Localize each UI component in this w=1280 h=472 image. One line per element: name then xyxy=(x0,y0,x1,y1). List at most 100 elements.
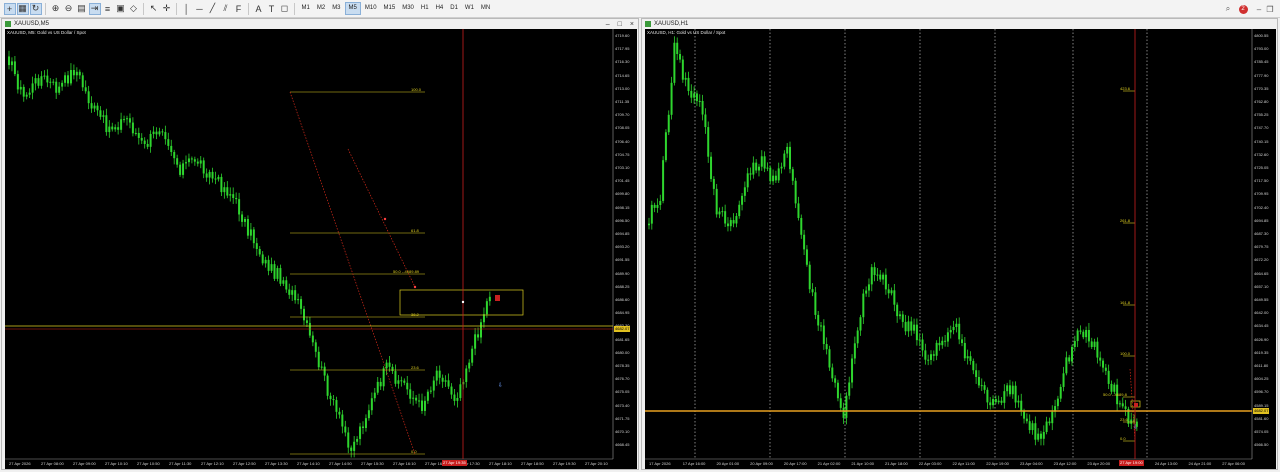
timeframe-h4[interactable]: H4 xyxy=(433,3,447,14)
chart-window-xauusd-h1[interactable]: XAUUSD,H1 ⇩ XAUUSD, H1: Gold vs US Dolla… xyxy=(641,18,1278,470)
candle-body xyxy=(450,386,453,395)
price-tick-label: 4702.40 xyxy=(1254,204,1269,210)
candle-body xyxy=(140,137,143,141)
auto-scroll-icon[interactable]: ↻ xyxy=(29,2,42,15)
candle-body xyxy=(941,340,944,346)
candle-body xyxy=(131,122,134,134)
candle-body xyxy=(994,398,997,403)
timeframe-m1[interactable]: M1 xyxy=(299,3,313,14)
restore-icon[interactable]: ❐ xyxy=(1264,3,1276,15)
candle-body xyxy=(975,370,978,377)
candle-body xyxy=(67,75,69,84)
candle-body xyxy=(851,358,854,383)
candle-body xyxy=(980,385,983,387)
window-controls: – □ × xyxy=(606,19,634,29)
timeframe-mn[interactable]: MN xyxy=(478,3,493,14)
fibonacci-level-label: 23.6 xyxy=(411,365,419,370)
candle-body xyxy=(904,321,907,332)
timeframe-m30[interactable]: M30 xyxy=(399,3,417,14)
timeframe-m2[interactable]: M2 xyxy=(314,3,328,14)
candle-body xyxy=(1107,370,1110,384)
objects-icon[interactable]: ◇ xyxy=(128,3,140,15)
time-tick-label: 24 Apr 13:00 xyxy=(1154,461,1178,466)
candle-body xyxy=(196,161,199,164)
candle-body xyxy=(797,203,800,218)
candlestick-plot[interactable]: ⇩ xyxy=(645,29,1276,469)
crosshair-tool-icon[interactable]: ✛ xyxy=(161,3,173,15)
price-tick-label: 4670.10 xyxy=(615,429,630,434)
shapes-icon[interactable]: ◻ xyxy=(279,3,291,15)
candle-body xyxy=(429,390,432,392)
candle-body xyxy=(772,175,775,182)
zoom-in-icon[interactable]: ⊕ xyxy=(50,3,62,15)
timeframe-w1[interactable]: W1 xyxy=(462,3,477,14)
candle-body xyxy=(96,105,99,111)
candle-body xyxy=(229,194,232,196)
candle-body xyxy=(49,81,52,83)
candle-body xyxy=(803,234,806,250)
window-titlebar[interactable]: XAUUSD,M5 xyxy=(2,19,638,29)
fibonacci-icon[interactable]: F xyxy=(233,3,245,15)
maximize-icon[interactable]: □ xyxy=(618,21,622,28)
price-axis[interactable]: 4719.60 4717.95 4716.30 4714.65 4713.00 4711.… xyxy=(613,29,637,459)
candle-body xyxy=(769,167,772,182)
candle-body xyxy=(244,219,246,222)
candle-body xyxy=(887,289,890,294)
price-chart[interactable]: ⇩ XAUUSD, H1: Gold vs US Dollar / Spot 4… xyxy=(645,29,1276,469)
minimize-icon[interactable]: – xyxy=(606,21,610,28)
time-axis[interactable]: 27 Apr 2026 27 Apr 08:00 27 Apr 09:00 27 Ap… xyxy=(5,459,613,468)
crosshair-icon[interactable]: + xyxy=(3,2,16,15)
candle-body xyxy=(264,259,267,264)
candle-body xyxy=(786,146,789,154)
price-tick-label: 4671.75 xyxy=(615,415,630,421)
fibonacci-level-label: 0.0 xyxy=(1120,436,1126,441)
timeframe-d1[interactable]: D1 xyxy=(447,3,461,14)
timeframe-h1[interactable]: H1 xyxy=(418,3,432,14)
candle-body xyxy=(105,115,108,133)
candle-body xyxy=(75,71,78,76)
candle-body xyxy=(935,342,938,356)
timeframe-m15[interactable]: M15 xyxy=(381,3,399,14)
window-titlebar[interactable]: XAUUSD,H1 xyxy=(642,19,1277,29)
close-icon[interactable]: × xyxy=(630,21,634,28)
candle-body xyxy=(335,400,338,412)
timeframe-m5[interactable]: M5 xyxy=(344,2,361,15)
chart-window-xauusd-m5[interactable]: XAUUSD,M5 – □ × ⇩ XAUUSD, M5: Gold vs US… xyxy=(1,18,639,470)
grid-icon[interactable]: ▦ xyxy=(16,2,29,15)
tile-windows-icon[interactable]: ▤ xyxy=(76,3,88,15)
timeframe-m10[interactable]: M10 xyxy=(362,3,380,14)
indicator-list-icon[interactable]: ≡ xyxy=(102,3,114,15)
zoom-out-icon[interactable]: ⊖ xyxy=(63,3,75,15)
vertical-line-icon[interactable]: │ xyxy=(181,3,193,15)
candle-body xyxy=(670,82,673,115)
label-icon[interactable]: T xyxy=(266,3,278,15)
price-chart[interactable]: ⇩ XAUUSD, M5: Gold vs US Dollar / Spot 4… xyxy=(5,29,637,469)
horizontal-line-icon[interactable]: ─ xyxy=(194,3,206,15)
price-tick-label: 4675.05 xyxy=(615,389,630,395)
candle-body xyxy=(258,248,261,255)
candle-body xyxy=(755,162,758,171)
templates-icon[interactable]: ▣ xyxy=(115,3,127,15)
candle-body xyxy=(347,432,350,448)
candle-body xyxy=(653,204,656,208)
notifications-icon[interactable]: 2 xyxy=(1237,3,1249,15)
candle-body xyxy=(128,118,131,123)
cursor-icon[interactable]: ↖ xyxy=(148,3,160,15)
search-icon[interactable]: ⌕ xyxy=(1222,3,1234,15)
price-axis[interactable]: 4800.55 4793.00 4785.45 4777.90 4770.35 4762.… xyxy=(1252,29,1276,459)
timeframe-m3[interactable]: M3 xyxy=(329,3,343,14)
candle-body xyxy=(1025,418,1028,422)
text-icon[interactable]: A xyxy=(253,3,265,15)
candle-body xyxy=(1028,421,1031,431)
candlestick-plot[interactable]: ⇩ xyxy=(5,29,637,469)
candle-body xyxy=(783,153,786,167)
channel-icon[interactable]: ⫽ xyxy=(220,3,232,15)
price-tick-label: 4694.85 xyxy=(1254,217,1269,223)
chart-shift-icon[interactable]: ⇥ xyxy=(88,2,101,15)
time-axis[interactable]: 17 Apr 2026 17 Apr 16:00 20 Apr 01:00 20 Ap… xyxy=(645,459,1252,468)
candle-body xyxy=(474,334,477,349)
candle-body xyxy=(185,162,187,164)
candle-body xyxy=(267,259,270,271)
trendline-icon[interactable]: ╱ xyxy=(207,3,219,15)
candle-body xyxy=(426,391,429,401)
